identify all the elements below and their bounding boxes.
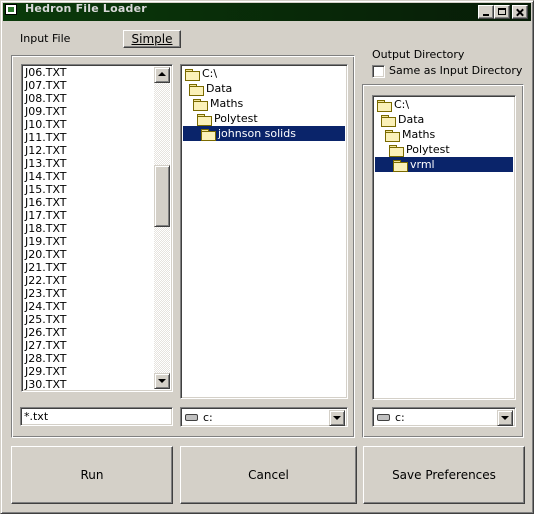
drive-icon bbox=[185, 414, 198, 421]
open-folder-icon bbox=[393, 159, 408, 172]
window-title: Hedron File Loader bbox=[25, 2, 147, 15]
file-list-item[interactable]: J08.TXT bbox=[25, 92, 67, 105]
output-dir-node[interactable]: Data bbox=[381, 112, 424, 127]
output-directory-tree[interactable]: C:\ Data Maths Polytest vrml bbox=[372, 95, 516, 400]
file-list-item[interactable]: J23.TXT bbox=[25, 287, 67, 300]
same-as-input-label: Same as Input Directory bbox=[389, 64, 523, 77]
output-drive-value: c: bbox=[395, 411, 405, 424]
open-folder-icon bbox=[193, 98, 208, 111]
same-as-input-checkbox[interactable] bbox=[372, 65, 385, 78]
cancel-button[interactable]: Cancel bbox=[180, 446, 357, 504]
minimize-icon[interactable] bbox=[478, 5, 494, 19]
file-list-item[interactable]: J21.TXT bbox=[25, 261, 67, 274]
file-pattern-input[interactable]: *.txt bbox=[20, 407, 173, 426]
input-drive-select[interactable]: c: bbox=[180, 407, 348, 427]
input-file-list[interactable]: J06.TXT J07.TXT J08.TXT J09.TXT J10.TXT J11.T… bbox=[21, 64, 173, 392]
input-dir-node[interactable]: Maths bbox=[193, 96, 243, 111]
app-icon bbox=[5, 4, 17, 15]
output-dir-node[interactable]: Polytest bbox=[389, 142, 450, 157]
open-folder-icon bbox=[185, 68, 200, 81]
chevron-down-icon[interactable] bbox=[329, 410, 345, 426]
input-directory-tree[interactable]: C:\ Data Maths Polytest johnson solids bbox=[180, 64, 348, 399]
simple-button-label: Simple bbox=[131, 32, 173, 46]
file-list-item[interactable]: J10.TXT bbox=[25, 118, 67, 131]
file-list-item[interactable]: J27.TXT bbox=[25, 339, 67, 352]
file-list-item[interactable]: J18.TXT bbox=[25, 222, 67, 235]
file-list-item[interactable]: J14.TXT bbox=[25, 170, 67, 183]
file-list-item[interactable]: J25.TXT bbox=[25, 313, 67, 326]
close-icon[interactable] bbox=[512, 5, 528, 19]
file-list-item[interactable]: J09.TXT bbox=[25, 105, 67, 118]
file-pattern-value: *.txt bbox=[24, 410, 49, 423]
input-dir-node-selected[interactable]: johnson solids bbox=[183, 126, 345, 141]
file-list-scrollbar[interactable] bbox=[154, 67, 170, 389]
output-drive-select[interactable]: c: bbox=[372, 407, 516, 427]
file-list-item[interactable]: J24.TXT bbox=[25, 300, 67, 313]
file-list-item[interactable]: J29.TXT bbox=[25, 365, 67, 378]
file-list-item[interactable]: J20.TXT bbox=[25, 248, 67, 261]
save-preferences-button[interactable]: Save Preferences bbox=[363, 446, 525, 504]
open-folder-icon bbox=[201, 128, 216, 141]
input-dir-node[interactable]: Polytest bbox=[197, 111, 258, 126]
file-list-item[interactable]: J26.TXT bbox=[25, 326, 67, 339]
drive-icon bbox=[377, 414, 390, 421]
file-list-item[interactable]: J17.TXT bbox=[25, 209, 67, 222]
output-directory-label: Output Directory bbox=[372, 48, 465, 61]
input-dir-node[interactable]: C:\ bbox=[185, 66, 217, 81]
run-button-label: Run bbox=[80, 468, 104, 482]
file-list-item[interactable]: J16.TXT bbox=[25, 196, 67, 209]
run-button[interactable]: Run bbox=[11, 446, 173, 504]
output-dir-node-selected[interactable]: vrml bbox=[375, 157, 513, 172]
input-file-label: Input File bbox=[20, 32, 71, 45]
open-folder-icon bbox=[385, 129, 400, 142]
input-dir-node[interactable]: Data bbox=[189, 81, 232, 96]
cancel-button-label: Cancel bbox=[248, 468, 289, 482]
output-dir-node[interactable]: C:\ bbox=[377, 97, 409, 112]
input-drive-value: c: bbox=[203, 411, 213, 424]
open-folder-icon bbox=[389, 144, 404, 157]
open-folder-icon bbox=[189, 83, 204, 96]
open-folder-icon bbox=[381, 114, 396, 127]
file-list-item[interactable]: J28.TXT bbox=[25, 352, 67, 365]
open-folder-icon bbox=[197, 113, 212, 126]
file-list-item[interactable]: J11.TXT bbox=[25, 131, 67, 144]
file-list-item[interactable]: J15.TXT bbox=[25, 183, 67, 196]
open-folder-icon bbox=[377, 99, 392, 112]
chevron-down-icon[interactable] bbox=[497, 410, 513, 426]
file-list-item[interactable]: J07.TXT bbox=[25, 79, 67, 92]
file-list-item[interactable]: J22.TXT bbox=[25, 274, 67, 287]
file-list-item[interactable]: J12.TXT bbox=[25, 144, 67, 157]
scroll-down-icon[interactable] bbox=[154, 373, 170, 389]
maximize-icon[interactable] bbox=[494, 5, 510, 19]
file-list-item[interactable]: J06.TXT bbox=[25, 66, 67, 79]
file-list-item[interactable]: J19.TXT bbox=[25, 235, 67, 248]
scroll-up-icon[interactable] bbox=[154, 67, 170, 83]
file-list-item[interactable]: J30.TXT bbox=[25, 378, 67, 391]
file-list-item[interactable]: J13.TXT bbox=[25, 157, 67, 170]
save-preferences-button-label: Save Preferences bbox=[392, 468, 496, 482]
scroll-thumb[interactable] bbox=[154, 165, 170, 227]
simple-button[interactable]: Simple bbox=[123, 30, 181, 48]
output-dir-node[interactable]: Maths bbox=[385, 127, 435, 142]
